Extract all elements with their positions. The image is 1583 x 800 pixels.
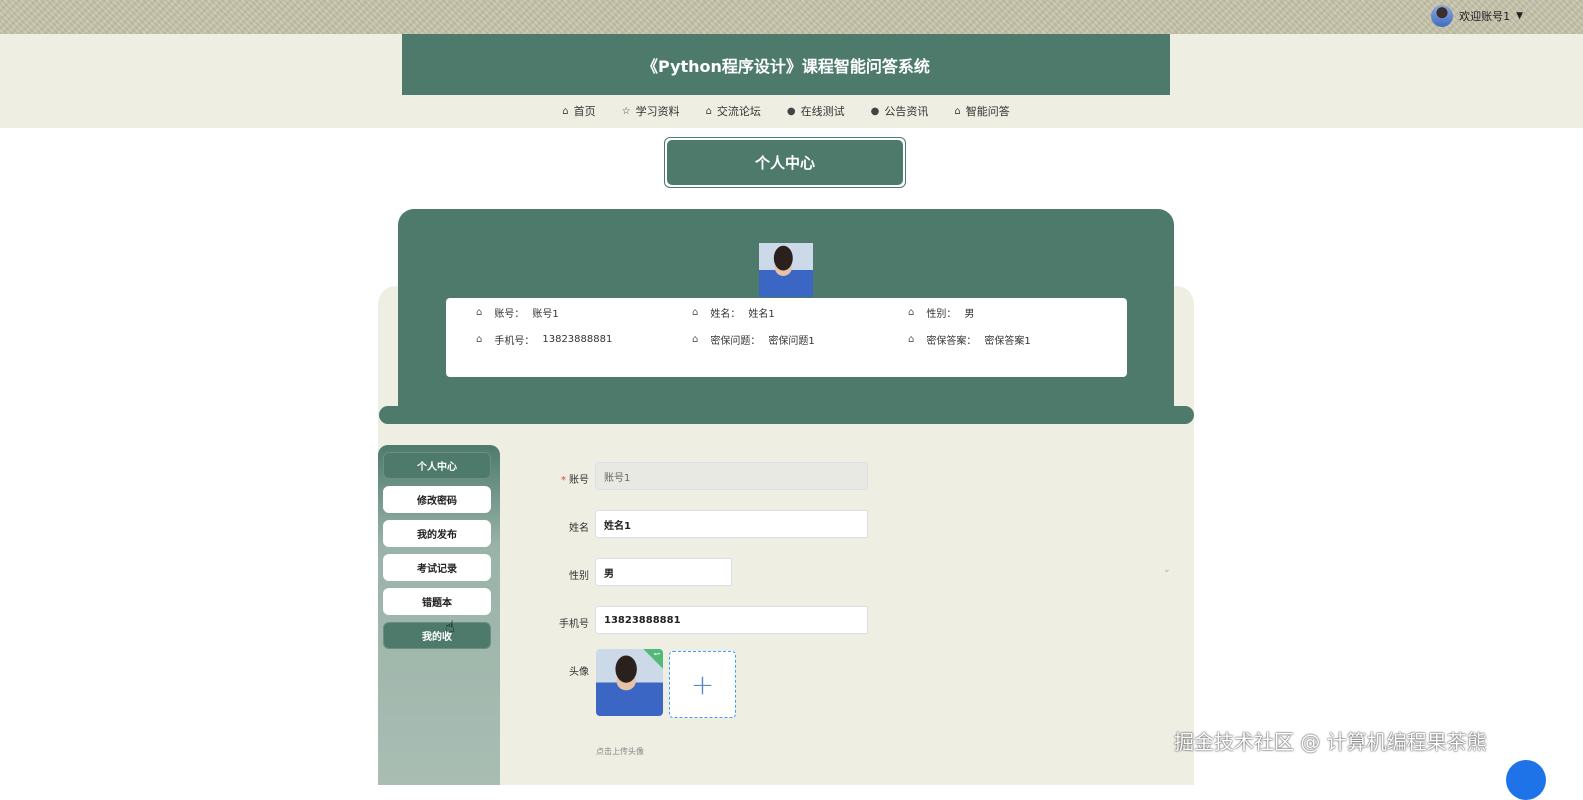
nav-item-announcements[interactable]: ● 公告资讯 [871, 103, 929, 119]
account-label: * 账号 [529, 471, 589, 486]
info-value: 男 [964, 309, 975, 320]
info-gender: ⌂ 性别： 男 [908, 305, 974, 320]
info-label: 密保问题： [710, 336, 761, 347]
account-field [595, 462, 868, 490]
nav-label: 交流论坛 [716, 105, 761, 118]
info-phone: ⌂ 手机号： 13823888881 [476, 332, 612, 347]
profile-info-box: ⌂ 账号： 账号1 ⌂ 姓名： 姓名1 ⌂ 性别： 男 ⌂ 手机号： 13823… [446, 298, 1127, 377]
account-label-text: 账号 [569, 475, 589, 486]
side-item-wrong-questions[interactable]: 错题本 [383, 588, 491, 615]
nav-label: 学习资料 [635, 105, 680, 118]
side-item-my-posts[interactable]: 我的发布 [383, 520, 491, 547]
profile-avatar [759, 243, 813, 297]
page-title: 个人中心 [667, 140, 903, 185]
phone-field[interactable] [595, 606, 868, 634]
info-label: 性别： [926, 309, 957, 320]
section-title-box: 个人中心 [664, 137, 906, 188]
info-value: 账号1 [532, 309, 559, 320]
info-security-question: ⌂ 密保问题： 密保问题1 [692, 332, 815, 347]
required-mark: * [561, 475, 566, 486]
phone-label: 手机号 [559, 619, 589, 630]
upload-hint: 点击上传头像 [596, 747, 644, 756]
avatar-thumbnail[interactable]: ✓ [596, 649, 663, 716]
floating-chat-button[interactable] [1506, 760, 1546, 800]
nav-item-forum[interactable]: ⌂ 交流论坛 [706, 103, 761, 119]
info-value: 密保答案1 [984, 336, 1031, 347]
user-menu[interactable]: 欢迎账号1 ▼ [1431, 3, 1523, 29]
mouse-cursor-icon: ☝ [445, 617, 455, 636]
home-icon: ⌂ [954, 105, 961, 117]
star-icon: ☆ [621, 105, 631, 117]
info-label: 密保答案： [926, 336, 977, 347]
home-icon: ⌂ [476, 334, 483, 345]
main-nav: ⌂ 首页 ☆ 学习资料 ⌂ 交流论坛 ● 在线测试 ● 公告资讯 ⌂ 智能问答 [402, 95, 1170, 127]
info-value: 13823888881 [542, 334, 613, 345]
nav-item-materials[interactable]: ☆ 学习资料 [622, 103, 680, 119]
nav-item-home[interactable]: ⌂ 首页 [562, 103, 595, 119]
caret-down-icon: ▼ [1516, 11, 1523, 21]
top-texture-bar: 欢迎账号1 ▼ [0, 0, 1583, 34]
info-value: 姓名1 [748, 309, 775, 320]
check-icon: ✓ [639, 649, 663, 672]
info-icon: ● [786, 105, 796, 117]
home-icon: ⌂ [908, 307, 915, 318]
side-item-exam-records[interactable]: 考试记录 [383, 554, 491, 581]
name-label: 姓名 [569, 523, 589, 534]
info-label: 手机号： [494, 336, 535, 347]
nav-label: 公告资讯 [884, 105, 929, 118]
home-icon: ⌂ [476, 307, 483, 318]
home-icon: ⌂ [562, 105, 569, 117]
user-avatar [1431, 5, 1454, 27]
info-label: 姓名： [710, 309, 741, 320]
side-item-profile[interactable]: 个人中心 [383, 452, 491, 479]
welcome-text: 欢迎账号1 [1459, 10, 1511, 23]
info-security-answer: ⌂ 密保答案： 密保答案1 [908, 332, 1031, 347]
question-icon: ● [870, 105, 880, 117]
info-value: 密保问题1 [768, 336, 815, 347]
gender-label: 性别 [569, 571, 589, 582]
watermark-text: 掘金技术社区 @ 计算机编程果茶熊 [1174, 730, 1487, 754]
profile-card-base [379, 406, 1194, 424]
avatar-upload-button[interactable]: + [669, 651, 736, 718]
nav-label: 首页 [573, 105, 596, 118]
nav-item-online-test[interactable]: ● 在线测试 [787, 103, 845, 119]
home-icon: ⌂ [692, 307, 699, 318]
chevron-down-icon[interactable]: ⌄ [1163, 565, 1171, 575]
lock-icon: ⌂ [705, 105, 712, 117]
home-icon: ⌂ [908, 334, 915, 345]
site-title: 《Python程序设计》课程智能问答系统 [642, 56, 930, 76]
nav-item-smart-qa[interactable]: ⌂ 智能问答 [954, 103, 1009, 119]
info-account: ⌂ 账号： 账号1 [476, 305, 559, 320]
gender-select[interactable] [595, 558, 732, 586]
side-item-my-favorites[interactable]: 我的收 [383, 622, 491, 649]
nav-label: 在线测试 [800, 105, 845, 118]
nav-label: 智能问答 [965, 105, 1010, 118]
info-name: ⌂ 姓名： 姓名1 [692, 305, 775, 320]
side-menu: 个人中心 修改密码 我的发布 考试记录 错题本 我的收 [378, 445, 500, 785]
home-icon: ⌂ [692, 334, 699, 345]
side-item-change-password[interactable]: 修改密码 [383, 486, 491, 513]
info-label: 账号： [494, 309, 525, 320]
avatar-label: 头像 [569, 667, 589, 678]
name-field[interactable] [595, 510, 868, 538]
site-title-banner: 《Python程序设计》课程智能问答系统 [402, 34, 1170, 95]
